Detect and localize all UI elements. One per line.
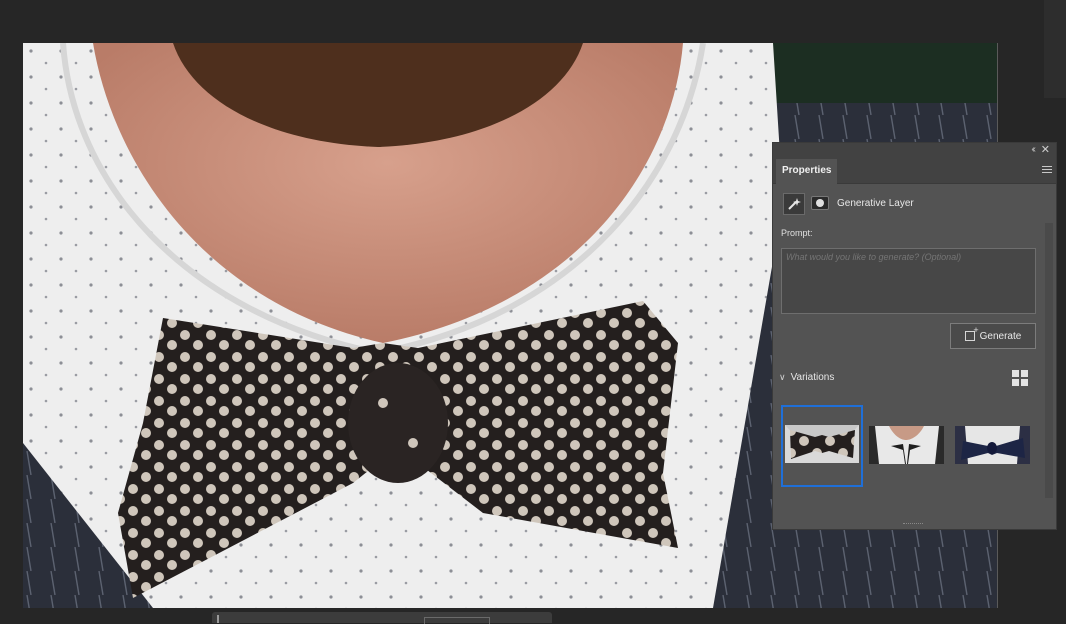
layer-mask-icon[interactable] (811, 196, 829, 210)
generate-button-label: Generate (979, 330, 1022, 342)
panel-scrollbar[interactable] (1045, 223, 1053, 498)
hamburger-menu-icon[interactable] (1042, 166, 1052, 175)
panel-tab-row: Properties (773, 159, 1056, 184)
chevron-down-icon[interactable]: ∨ (779, 372, 786, 383)
grid-view-icon[interactable] (1012, 370, 1028, 386)
panel-topbar: ‹‹ ✕ (773, 143, 1056, 159)
variation-thumbnail-3[interactable] (955, 426, 1030, 464)
panel-resize-grip[interactable] (903, 523, 923, 526)
properties-panel: ‹‹ ✕ Properties Generative Layer Prompt:… (772, 142, 1057, 530)
variations-header[interactable]: ∨ Variations (779, 372, 834, 383)
right-gutter (1044, 0, 1066, 98)
generate-button[interactable]: Generate (950, 323, 1036, 349)
prompt-input[interactable] (781, 248, 1036, 314)
bottom-status-bar[interactable] (212, 612, 552, 624)
generate-icon (964, 325, 979, 341)
variations-label: Variations (790, 372, 835, 383)
double-chevron-left-icon[interactable]: ‹‹ (1031, 144, 1035, 155)
layer-name: Generative Layer (837, 198, 914, 209)
close-icon[interactable]: ✕ (1041, 143, 1050, 156)
variation-thumbnail-1[interactable] (781, 405, 863, 487)
status-bar-tick (217, 615, 219, 623)
variation-thumbnail-2[interactable] (869, 426, 944, 464)
prompt-label: Prompt: (781, 228, 813, 238)
tab-properties[interactable]: Properties (776, 159, 838, 184)
generative-layer-icon[interactable] (783, 193, 805, 215)
